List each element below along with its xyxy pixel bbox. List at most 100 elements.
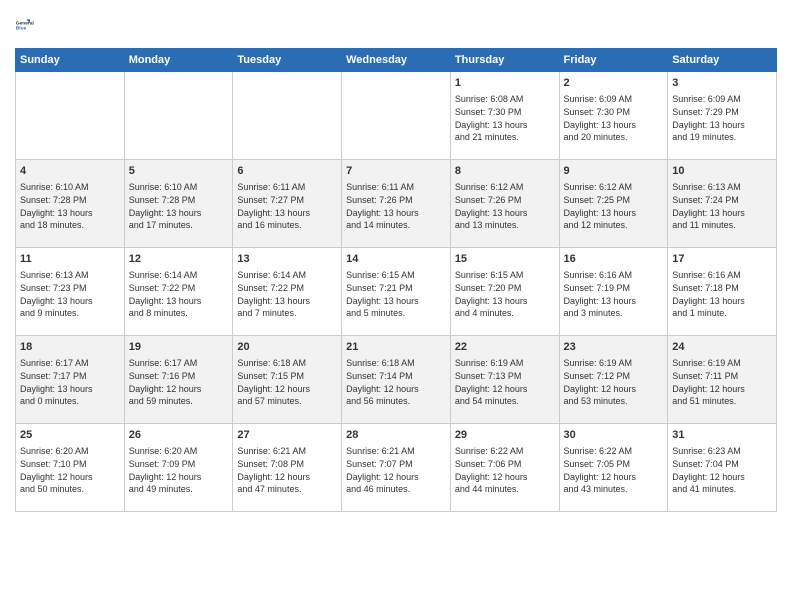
cell-info: Sunset: 7:24 PM <box>672 194 772 207</box>
cell-info: Sunrise: 6:10 AM <box>20 181 120 194</box>
cell-info: and 57 minutes. <box>237 395 337 408</box>
day-number: 22 <box>455 340 555 355</box>
cell-info: Daylight: 13 hours <box>346 295 446 308</box>
cell-info: Sunrise: 6:18 AM <box>346 357 446 370</box>
day-number: 13 <box>237 252 337 267</box>
day-number: 6 <box>237 164 337 179</box>
calendar-table: SundayMondayTuesdayWednesdayThursdayFrid… <box>15 48 777 512</box>
cell-info: Sunrise: 6:15 AM <box>346 269 446 282</box>
cell-info: Sunrise: 6:16 AM <box>564 269 664 282</box>
cell-info: Daylight: 12 hours <box>455 471 555 484</box>
cell-info: Daylight: 12 hours <box>346 383 446 396</box>
cell-info: Sunrise: 6:20 AM <box>20 445 120 458</box>
cell-info: Sunrise: 6:22 AM <box>455 445 555 458</box>
calendar-cell: 19Sunrise: 6:17 AMSunset: 7:16 PMDayligh… <box>124 336 233 424</box>
calendar-cell: 10Sunrise: 6:13 AMSunset: 7:24 PMDayligh… <box>668 160 777 248</box>
day-number: 11 <box>20 252 120 267</box>
cell-info: Daylight: 13 hours <box>672 295 772 308</box>
svg-text:Blue: Blue <box>16 26 27 32</box>
calendar-cell: 15Sunrise: 6:15 AMSunset: 7:20 PMDayligh… <box>450 248 559 336</box>
calendar-cell: 29Sunrise: 6:22 AMSunset: 7:06 PMDayligh… <box>450 424 559 512</box>
weekday-monday: Monday <box>124 49 233 72</box>
cell-info: Sunrise: 6:11 AM <box>237 181 337 194</box>
day-number: 3 <box>672 76 772 91</box>
calendar-cell: 3Sunrise: 6:09 AMSunset: 7:29 PMDaylight… <box>668 72 777 160</box>
calendar-cell: 27Sunrise: 6:21 AMSunset: 7:08 PMDayligh… <box>233 424 342 512</box>
day-number: 16 <box>564 252 664 267</box>
weekday-thursday: Thursday <box>450 49 559 72</box>
cell-info: and 0 minutes. <box>20 395 120 408</box>
weekday-wednesday: Wednesday <box>342 49 451 72</box>
cell-info: Sunrise: 6:09 AM <box>564 93 664 106</box>
day-number: 15 <box>455 252 555 267</box>
day-number: 31 <box>672 428 772 443</box>
day-number: 1 <box>455 76 555 91</box>
cell-info: Sunset: 7:13 PM <box>455 370 555 383</box>
cell-info: Sunset: 7:27 PM <box>237 194 337 207</box>
cell-info: and 12 minutes. <box>564 219 664 232</box>
cell-info: Sunrise: 6:10 AM <box>129 181 229 194</box>
cell-info: Sunrise: 6:20 AM <box>129 445 229 458</box>
cell-info: Daylight: 12 hours <box>672 471 772 484</box>
cell-info: and 8 minutes. <box>129 307 229 320</box>
cell-info: and 4 minutes. <box>455 307 555 320</box>
calendar-cell <box>16 72 125 160</box>
calendar-cell: 11Sunrise: 6:13 AMSunset: 7:23 PMDayligh… <box>16 248 125 336</box>
cell-info: Daylight: 12 hours <box>237 383 337 396</box>
cell-info: Sunrise: 6:22 AM <box>564 445 664 458</box>
day-number: 20 <box>237 340 337 355</box>
cell-info: Sunset: 7:28 PM <box>20 194 120 207</box>
cell-info: Sunset: 7:15 PM <box>237 370 337 383</box>
cell-info: Daylight: 13 hours <box>672 119 772 132</box>
cell-info: Sunset: 7:26 PM <box>346 194 446 207</box>
calendar-week-5: 25Sunrise: 6:20 AMSunset: 7:10 PMDayligh… <box>16 424 777 512</box>
cell-info: Daylight: 13 hours <box>455 295 555 308</box>
calendar-cell: 12Sunrise: 6:14 AMSunset: 7:22 PMDayligh… <box>124 248 233 336</box>
cell-info: Daylight: 13 hours <box>455 119 555 132</box>
day-number: 19 <box>129 340 229 355</box>
cell-info: Sunset: 7:05 PM <box>564 458 664 471</box>
logo: General Blue <box>15 10 45 40</box>
calendar-cell: 30Sunrise: 6:22 AMSunset: 7:05 PMDayligh… <box>559 424 668 512</box>
day-number: 21 <box>346 340 446 355</box>
svg-text:General: General <box>16 20 34 26</box>
day-number: 2 <box>564 76 664 91</box>
calendar-cell: 7Sunrise: 6:11 AMSunset: 7:26 PMDaylight… <box>342 160 451 248</box>
cell-info: Daylight: 13 hours <box>564 295 664 308</box>
cell-info: Daylight: 13 hours <box>129 207 229 220</box>
calendar-cell: 5Sunrise: 6:10 AMSunset: 7:28 PMDaylight… <box>124 160 233 248</box>
day-number: 18 <box>20 340 120 355</box>
day-number: 25 <box>20 428 120 443</box>
cell-info: Sunset: 7:28 PM <box>129 194 229 207</box>
calendar-cell: 18Sunrise: 6:17 AMSunset: 7:17 PMDayligh… <box>16 336 125 424</box>
cell-info: Sunset: 7:22 PM <box>237 282 337 295</box>
cell-info: and 46 minutes. <box>346 483 446 496</box>
calendar-week-1: 1Sunrise: 6:08 AMSunset: 7:30 PMDaylight… <box>16 72 777 160</box>
cell-info: Sunset: 7:07 PM <box>346 458 446 471</box>
cell-info: and 54 minutes. <box>455 395 555 408</box>
day-number: 14 <box>346 252 446 267</box>
calendar-cell <box>124 72 233 160</box>
cell-info: Daylight: 12 hours <box>455 383 555 396</box>
calendar-cell: 24Sunrise: 6:19 AMSunset: 7:11 PMDayligh… <box>668 336 777 424</box>
cell-info: Sunrise: 6:13 AM <box>20 269 120 282</box>
cell-info: Sunset: 7:10 PM <box>20 458 120 471</box>
cell-info: Daylight: 12 hours <box>237 471 337 484</box>
cell-info: Sunset: 7:19 PM <box>564 282 664 295</box>
cell-info: and 1 minute. <box>672 307 772 320</box>
cell-info: Sunrise: 6:13 AM <box>672 181 772 194</box>
cell-info: Sunset: 7:09 PM <box>129 458 229 471</box>
cell-info: Daylight: 12 hours <box>20 471 120 484</box>
cell-info: Daylight: 12 hours <box>564 383 664 396</box>
calendar-cell: 6Sunrise: 6:11 AMSunset: 7:27 PMDaylight… <box>233 160 342 248</box>
cell-info: Sunset: 7:26 PM <box>455 194 555 207</box>
cell-info: Sunset: 7:17 PM <box>20 370 120 383</box>
weekday-sunday: Sunday <box>16 49 125 72</box>
cell-info: and 3 minutes. <box>564 307 664 320</box>
cell-info: Daylight: 13 hours <box>129 295 229 308</box>
day-number: 28 <box>346 428 446 443</box>
cell-info: Sunset: 7:04 PM <box>672 458 772 471</box>
cell-info: and 19 minutes. <box>672 131 772 144</box>
weekday-friday: Friday <box>559 49 668 72</box>
cell-info: Sunset: 7:20 PM <box>455 282 555 295</box>
